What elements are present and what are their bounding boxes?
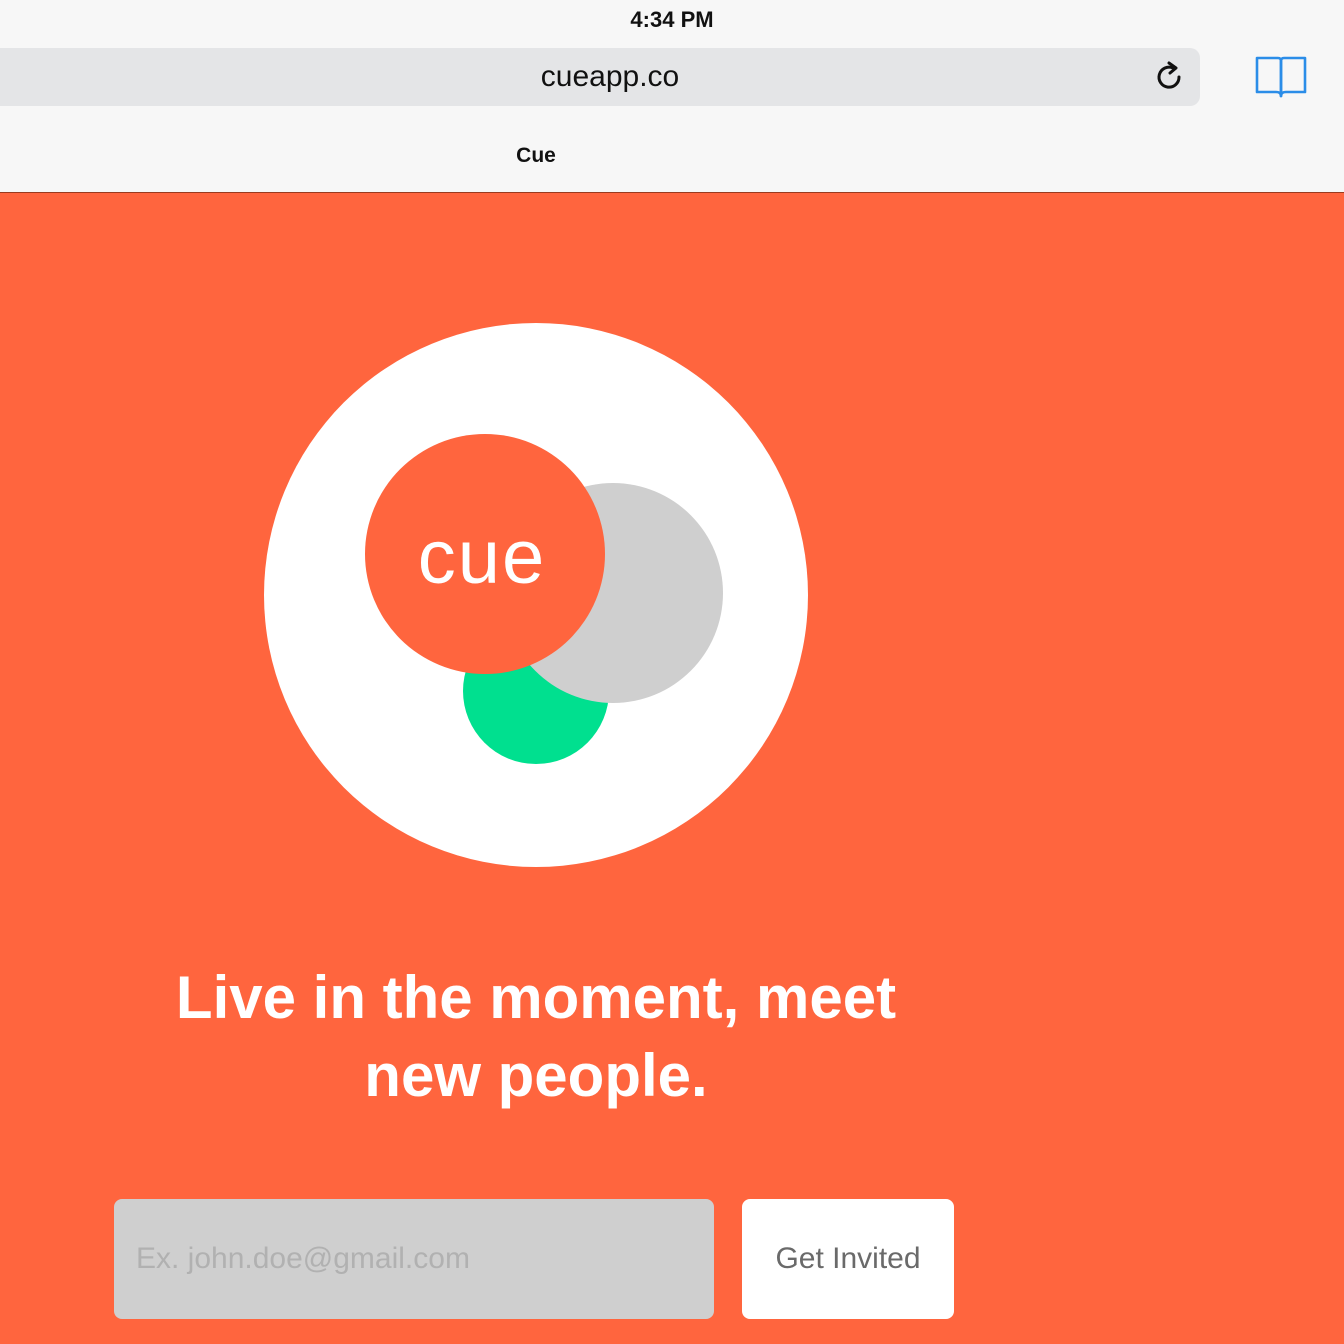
status-time: 4:34 PM bbox=[630, 7, 714, 32]
bookmarks-book-icon[interactable] bbox=[1254, 54, 1308, 100]
cue-logo: cue bbox=[264, 323, 808, 867]
url-text: cueapp.co bbox=[540, 60, 680, 93]
logo-text: cue bbox=[418, 515, 547, 600]
headline-line-2: new people. bbox=[364, 1042, 708, 1109]
headline: Live in the moment, meet new people. bbox=[130, 959, 942, 1115]
status-bar: 4:34 PM bbox=[0, 0, 1344, 40]
get-invited-button[interactable]: Get Invited bbox=[742, 1199, 954, 1319]
page-title: Cue bbox=[516, 144, 556, 167]
email-input[interactable] bbox=[114, 1199, 714, 1319]
landing-page: cue Live in the moment, meet new people.… bbox=[0, 193, 1344, 1344]
browser-toolbar: cueapp.co Cue bbox=[0, 40, 1344, 192]
headline-line-1: Live in the moment, meet bbox=[175, 964, 897, 1031]
address-bar[interactable]: cueapp.co bbox=[0, 48, 1200, 106]
reload-icon[interactable] bbox=[1152, 60, 1186, 94]
